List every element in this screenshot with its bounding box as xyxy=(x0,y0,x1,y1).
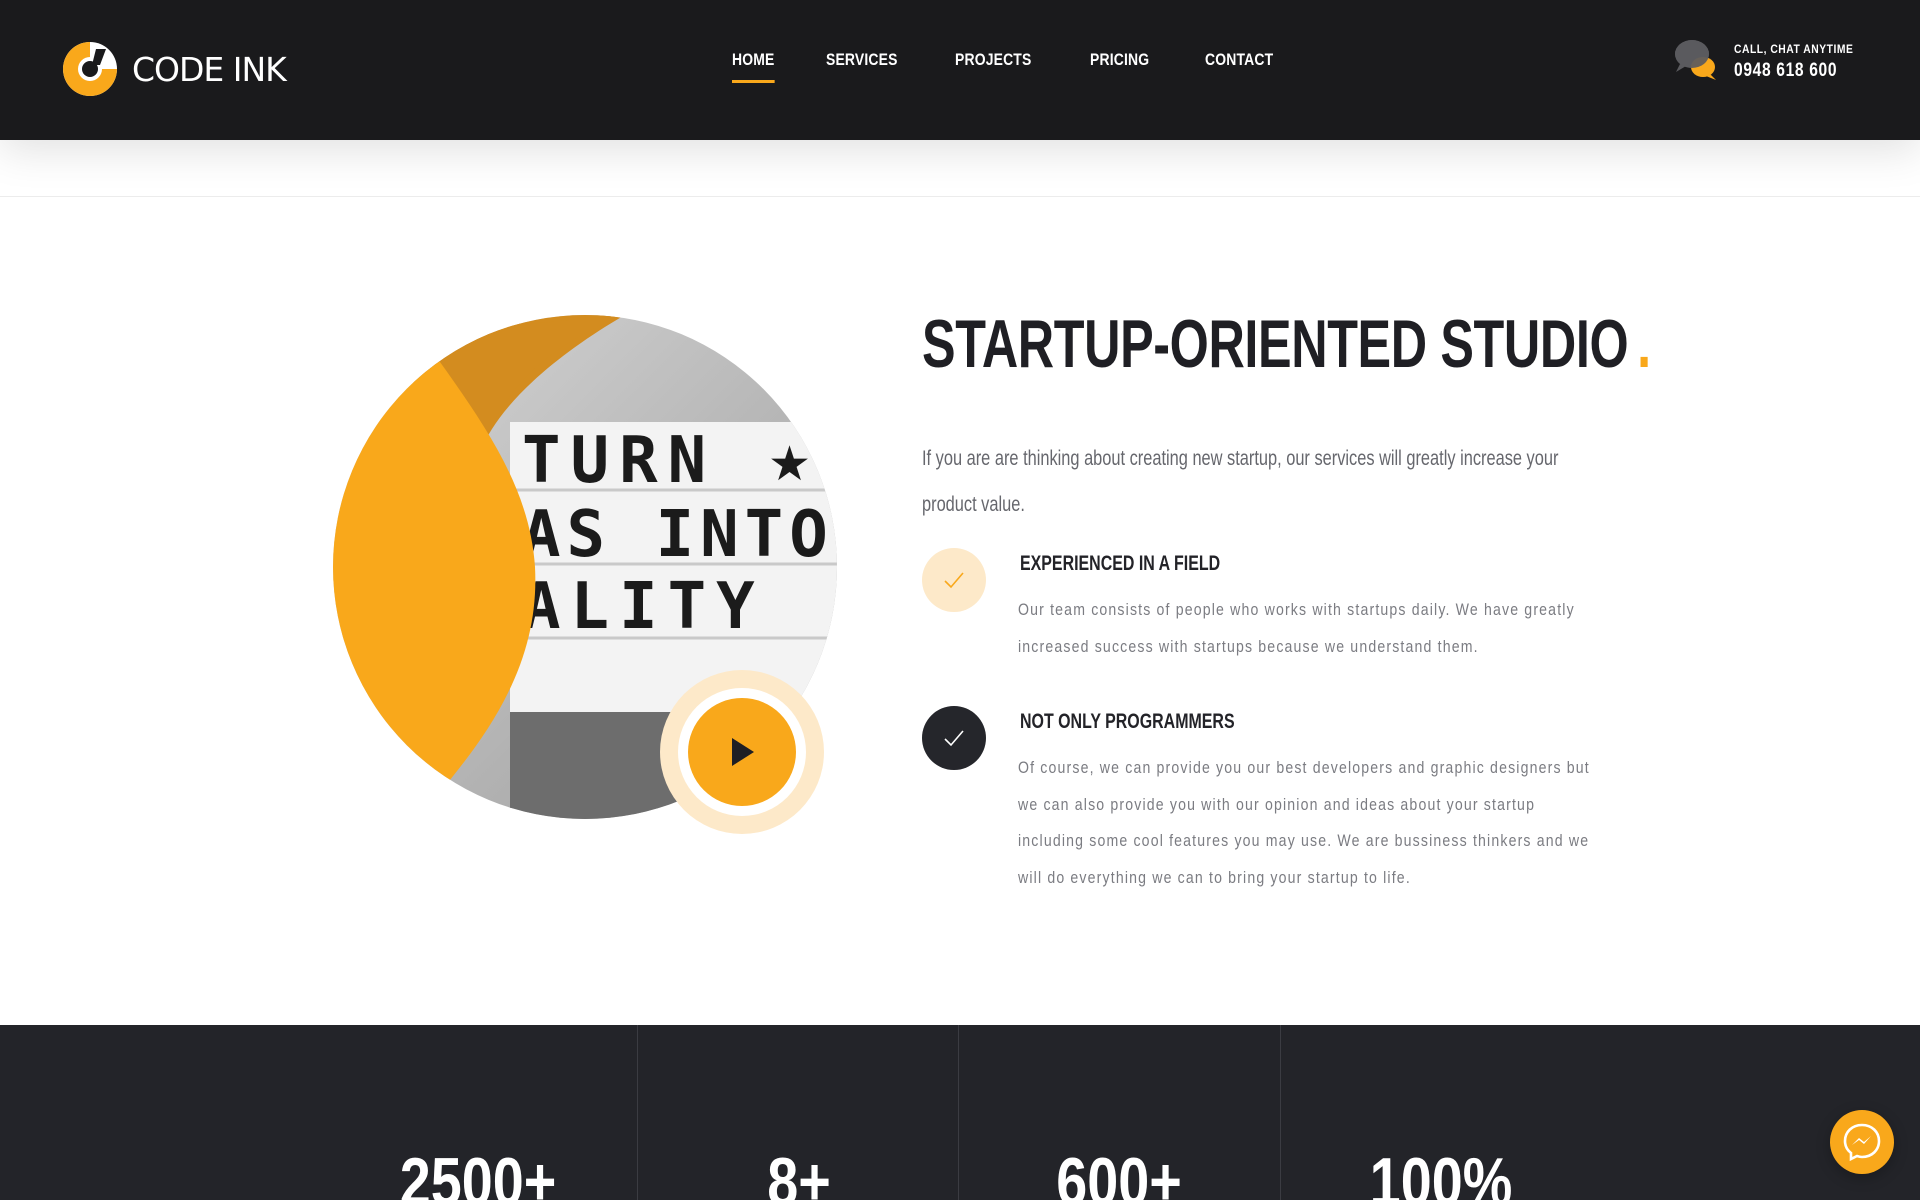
sign-star: ★ xyxy=(768,436,811,492)
section-intro-text: If you are are thinking about creating n… xyxy=(922,447,1559,516)
messenger-chat-button[interactable] xyxy=(1830,1110,1894,1174)
sign-line-2: AS INTO xyxy=(522,498,834,572)
section-title: STARTUP-ORIENTED STUDIO. xyxy=(922,305,1651,383)
brand-logo[interactable]: CODE INK xyxy=(62,40,287,98)
code-ink-logo-icon xyxy=(63,42,117,96)
feature-title: NOT ONLY PROGRAMMERS xyxy=(1020,710,1235,733)
chat-bubbles-icon xyxy=(1675,40,1716,80)
feature-check-badge xyxy=(922,706,986,770)
feature-text: Of course, we can provide you our best d… xyxy=(1018,750,1589,896)
stats-band: 2500+ 8+ 600+ 100% xyxy=(0,1025,1920,1200)
section-intro: If you are are thinking about creating n… xyxy=(922,436,1558,528)
main-nav: HOME SERVICES PROJECTS PRICING CONTACT xyxy=(732,0,1330,140)
brand-name: CODE INK xyxy=(132,49,287,89)
check-icon xyxy=(944,572,964,589)
site-header: CODE INK HOME SERVICES PROJECTS PRICING … xyxy=(0,0,1920,140)
contact-callout[interactable]: CALL, CHAT ANYTIME 0948 618 600 xyxy=(1670,36,1873,84)
sign-line-3: ALITY xyxy=(522,570,765,644)
stat-value: 600+ xyxy=(1056,1144,1182,1200)
stat-divider xyxy=(958,1025,959,1200)
stat-divider xyxy=(1280,1025,1281,1200)
nav-home[interactable]: HOME xyxy=(732,0,775,140)
stat-value: 2500+ xyxy=(399,1144,557,1200)
feature-check-badge xyxy=(922,548,986,612)
nav-contact[interactable]: CONTACT xyxy=(1205,0,1273,140)
title-accent-dot: . xyxy=(1637,306,1651,382)
intro-media: TURN ★ AS INTO ALITY xyxy=(330,312,840,842)
feature-text-body: Of course, we can provide you our best d… xyxy=(1018,758,1590,887)
feature-title: EXPERIENCED IN A FIELD xyxy=(1020,552,1221,575)
contact-phone[interactable]: 0948 618 600 xyxy=(1734,60,1848,82)
section-title-text: STARTUP-ORIENTED STUDIO xyxy=(922,306,1629,382)
nav-pricing[interactable]: PRICING xyxy=(1090,0,1149,140)
contact-label: CALL, CHAT ANYTIME xyxy=(1734,42,1854,56)
stat-value: 8+ xyxy=(767,1144,831,1200)
feature-text: Our team consists of people who works wi… xyxy=(1018,592,1574,665)
stat-value: 100% xyxy=(1369,1144,1513,1200)
sign-line-1: TURN xyxy=(522,424,716,498)
stat-divider xyxy=(637,1025,638,1200)
nav-services[interactable]: SERVICES xyxy=(826,0,898,140)
feature-text-body: Our team consists of people who works wi… xyxy=(1018,600,1575,656)
check-icon xyxy=(944,730,964,747)
section-divider xyxy=(0,196,1920,197)
messenger-icon xyxy=(1843,1123,1881,1162)
nav-projects[interactable]: PROJECTS xyxy=(955,0,1031,140)
media-graphic: TURN ★ AS INTO ALITY xyxy=(333,315,837,834)
